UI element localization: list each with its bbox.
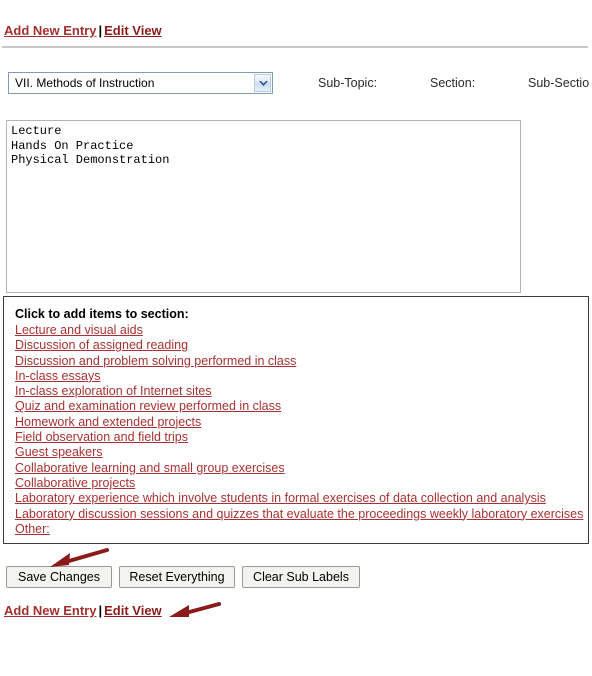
list-item[interactable]: Other: [15,522,50,537]
topic-select[interactable]: VII. Methods of Instruction [8,72,273,94]
annotation-arrow-save-changes [50,548,109,567]
top-navigation: Add New Entry | Edit View [4,23,162,38]
section-label: Section: [430,76,476,90]
item-picker-list: Lecture and visual aids Discussion of as… [15,323,586,537]
topic-selector-row: VII. Methods of Instruction Sub-Topic: S… [0,72,592,98]
bottom-navigation: Add New Entry | Edit View [4,603,162,618]
clear-sub-labels-button[interactable]: Clear Sub Labels [242,566,360,588]
list-item[interactable]: Guest speakers [15,445,103,460]
save-changes-button[interactable]: Save Changes [6,566,112,588]
section-content-textarea[interactable] [7,121,520,292]
sub-topic-label: Sub-Topic: [318,76,378,90]
item-picker-title: Click to add items to section: [15,307,189,321]
list-item[interactable]: Homework and extended projects [15,415,201,430]
list-item[interactable]: In-class exploration of Internet sites [15,384,212,399]
list-item[interactable]: Lecture and visual aids [15,323,143,338]
list-item[interactable]: Field observation and field trips [15,430,188,445]
add-new-entry-link-bottom[interactable]: Add New Entry [4,603,96,618]
topic-select-value: VII. Methods of Instruction [15,76,155,90]
reset-everything-button[interactable]: Reset Everything [119,566,235,588]
list-item[interactable]: Quiz and examination review performed in… [15,399,281,414]
list-item[interactable]: Discussion and problem solving performed… [15,354,296,369]
list-item[interactable]: Laboratory discussion sessions and quizz… [15,507,583,522]
nav-separator-bottom: | [98,603,103,618]
chevron-down-icon[interactable] [254,74,271,92]
list-item[interactable]: In-class essays [15,369,100,384]
action-button-row: Save Changes Reset Everything Clear Sub … [0,566,592,590]
nav-separator-top: | [98,23,103,38]
item-picker-panel: Click to add items to section: Lecture a… [3,296,589,544]
header-divider [2,46,588,48]
list-item[interactable]: Laboratory experience which involve stud… [15,491,546,506]
edit-view-link-top[interactable]: Edit View [104,23,162,38]
section-content-textarea-wrapper [6,120,521,293]
list-item[interactable]: Collaborative learning and small group e… [15,461,285,476]
annotation-arrow-edit-view [169,602,221,617]
list-item[interactable]: Discussion of assigned reading [15,338,188,353]
add-new-entry-link-top[interactable]: Add New Entry [4,23,96,38]
edit-view-link-bottom[interactable]: Edit View [104,603,162,618]
list-item[interactable]: Collaborative projects [15,476,135,491]
sub-section-label: Sub-Sectio [528,76,590,90]
